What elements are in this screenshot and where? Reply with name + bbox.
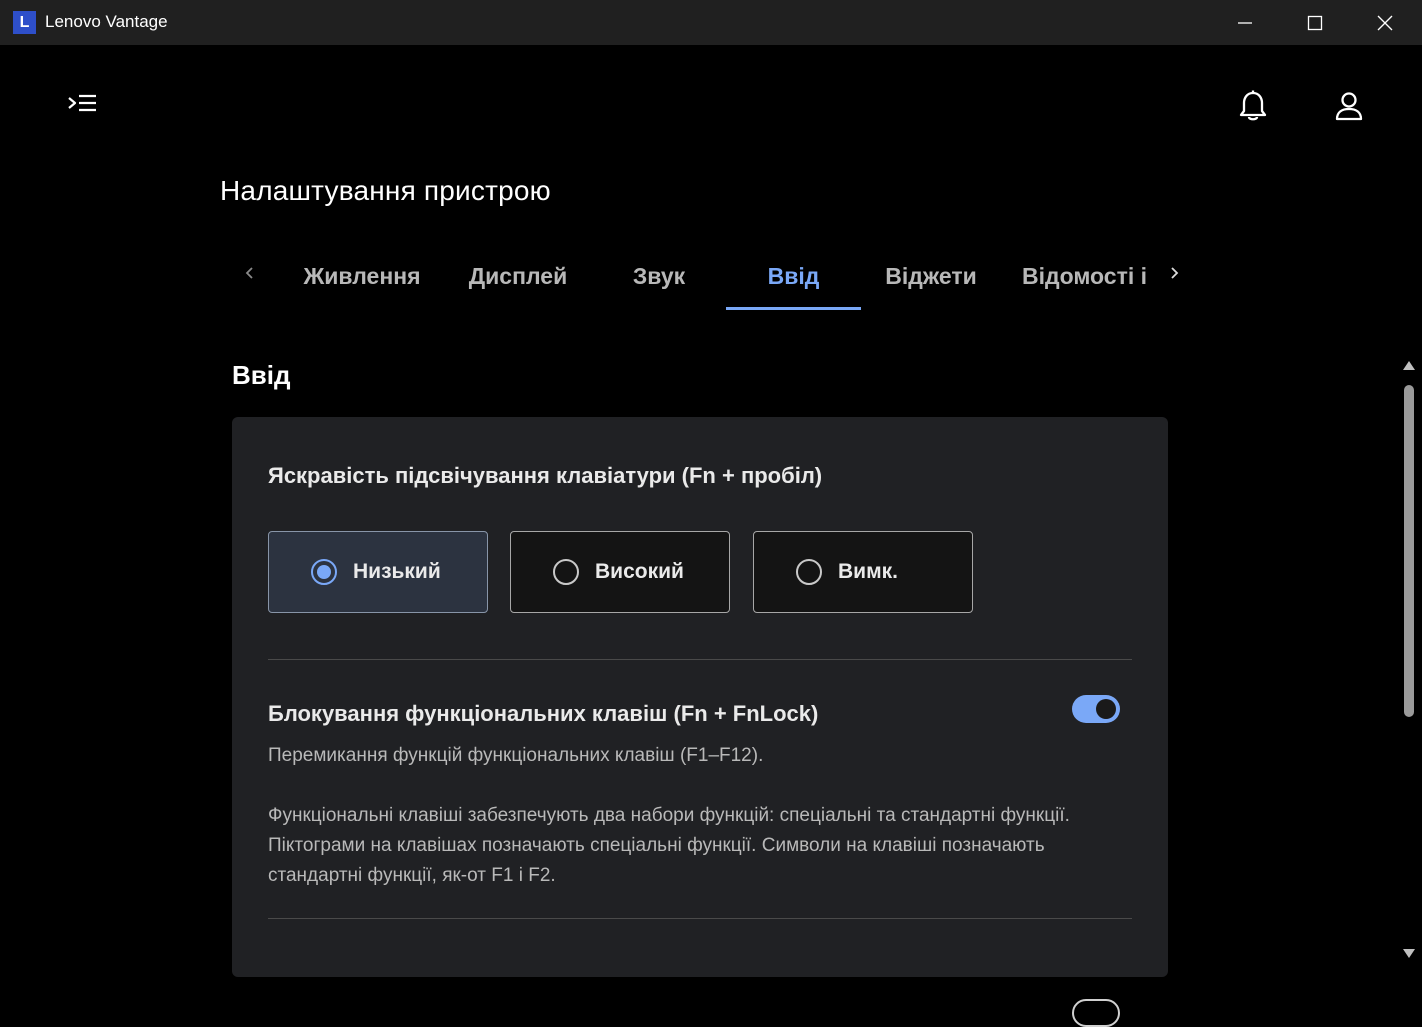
tab-info[interactable]: Відомості і <box>1022 245 1146 307</box>
fnlock-toggle[interactable] <box>1072 695 1120 723</box>
minimize-button[interactable] <box>1210 0 1280 45</box>
scrollbar[interactable] <box>1398 357 1422 964</box>
radio-unselected-icon <box>553 559 579 585</box>
account-button[interactable] <box>1330 87 1368 125</box>
tab-display[interactable]: Дисплей <box>454 245 582 307</box>
backlight-option-low[interactable]: Низький <box>268 531 488 613</box>
main-content: Налаштування пристрою Живлення Дисплей З… <box>0 45 1422 1027</box>
fnlock-setting-title: Блокування функціональних клавіш (Fn + F… <box>268 701 819 726</box>
fnlock-description: Перемикання функцій функціональних клаві… <box>268 745 764 766</box>
page-title: Налаштування пристрою <box>220 175 551 206</box>
scroll-thumb[interactable] <box>1404 385 1414 717</box>
radio-selected-icon <box>311 559 337 585</box>
option-label: Вимк. <box>838 560 898 583</box>
window-title: Lenovo Vantage <box>45 12 168 31</box>
tab-input[interactable]: Ввід <box>726 245 861 310</box>
chevron-right-icon <box>1171 267 1179 279</box>
option-label: Високий <box>595 560 684 583</box>
close-icon <box>1377 15 1393 30</box>
tabs-scroll-left-button[interactable] <box>236 259 264 287</box>
tab-bar: Живлення Дисплей Звук Ввід Віджети Відом… <box>236 245 1196 311</box>
scroll-down-arrow-icon[interactable] <box>1403 949 1415 958</box>
notifications-button[interactable] <box>1234 87 1272 125</box>
tab-widgets[interactable]: Віджети <box>876 245 986 307</box>
divider <box>268 659 1132 660</box>
minimize-icon <box>1238 21 1252 24</box>
maximize-icon <box>1307 15 1323 30</box>
chevron-left-icon <box>245 267 253 279</box>
toggle-knob <box>1096 699 1116 719</box>
menu-toggle-button[interactable] <box>62 89 102 121</box>
scroll-up-arrow-icon[interactable] <box>1403 361 1415 370</box>
backlight-option-off[interactable]: Вимк. <box>753 531 973 613</box>
radio-unselected-icon <box>796 559 822 585</box>
tabs-scroll-right-button[interactable] <box>1160 259 1188 287</box>
backlight-option-high[interactable]: Високий <box>510 531 730 613</box>
backlight-setting-title: Яскравість підсвічування клавіатури (Fn … <box>268 463 823 488</box>
option-label: Низький <box>353 560 441 583</box>
title-bar: L Lenovo Vantage <box>0 0 1422 45</box>
tab-sound[interactable]: Звук <box>606 245 712 307</box>
maximize-button[interactable] <box>1280 0 1350 45</box>
divider <box>268 918 1132 919</box>
bell-icon <box>1239 90 1267 121</box>
settings-card: Яскравість підсвічування клавіатури (Fn … <box>232 417 1168 1027</box>
close-button[interactable] <box>1350 0 1420 45</box>
next-setting-toggle[interactable] <box>1072 999 1120 1027</box>
menu-expand-icon <box>68 94 96 112</box>
tab-power[interactable]: Живлення <box>296 245 428 307</box>
app-logo-icon: L <box>13 11 36 34</box>
section-title: Ввід <box>232 360 291 390</box>
fnlock-details: Функціональні клавіші забезпечують два н… <box>268 805 1070 886</box>
user-icon <box>1335 92 1363 121</box>
